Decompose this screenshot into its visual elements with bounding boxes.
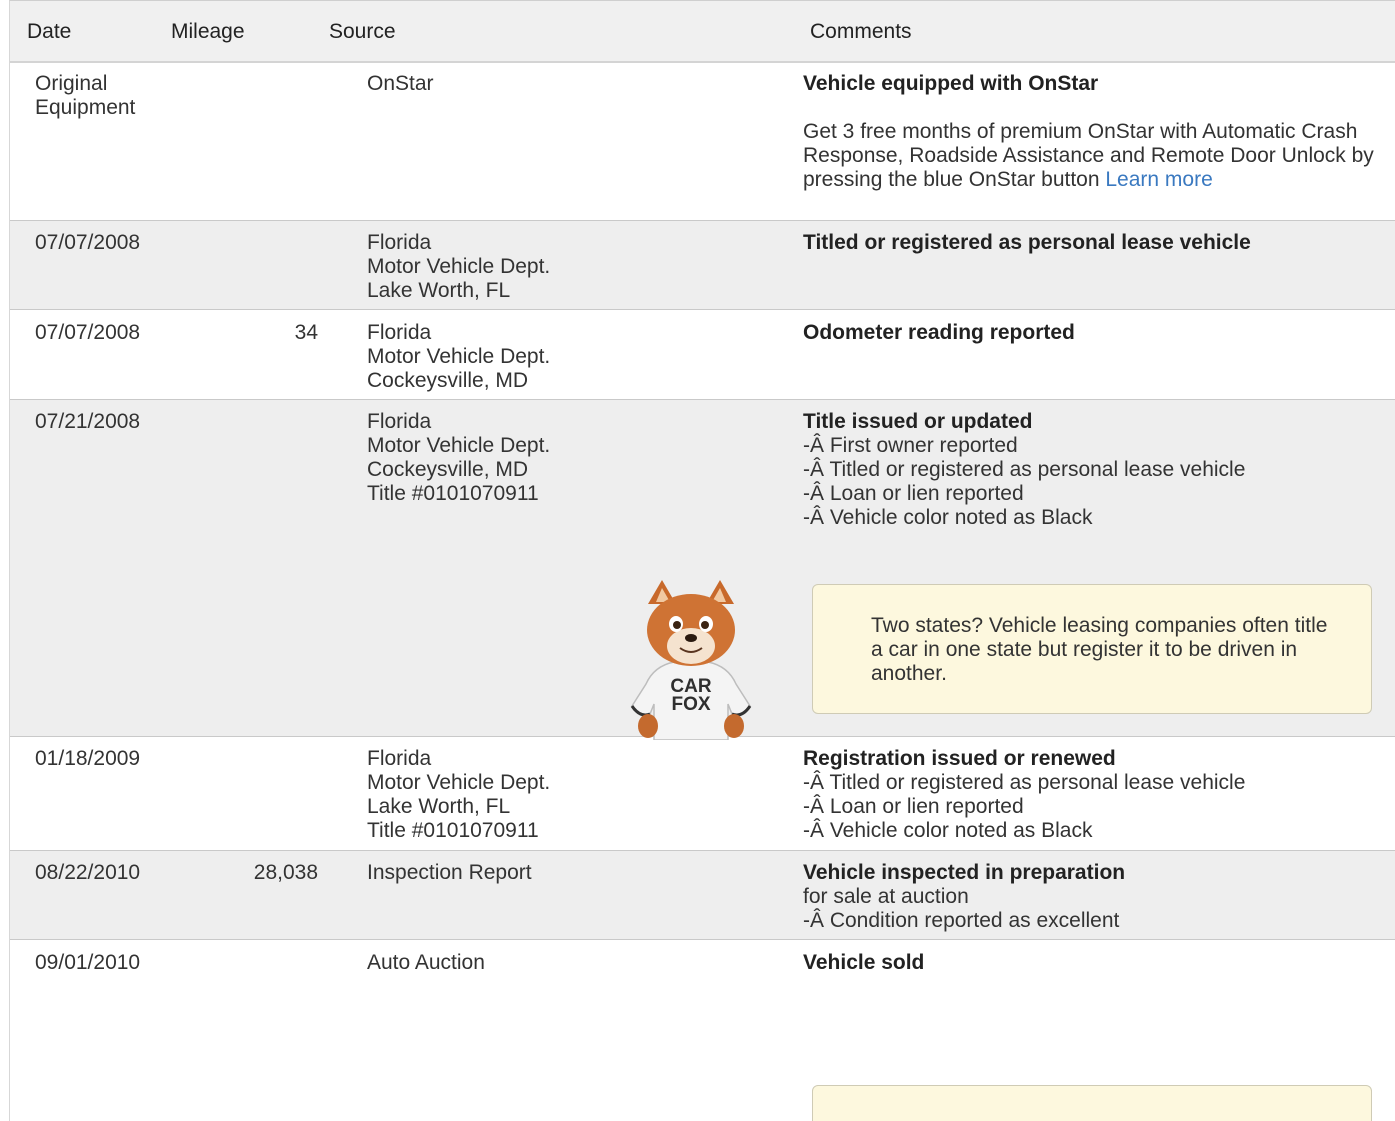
comments-cell: Title issued or updated -Â First owner r… <box>803 410 1383 530</box>
info-tip-text: Two states? Vehicle leasing companies of… <box>871 614 1328 685</box>
comments-cell: Odometer reading reported <box>803 321 1383 345</box>
learn-more-link[interactable]: Learn more <box>1105 168 1212 191</box>
date-cell: 07/21/2008 <box>35 410 141 433</box>
source-line: Florida <box>367 321 432 344</box>
source-line: Lake Worth, FL <box>367 279 511 302</box>
comment-title: Titled or registered as personal lease v… <box>803 231 1251 254</box>
comment-text: Get 3 free months of premium OnStar with… <box>803 120 1374 191</box>
comments-cell: Vehicle inspected in preparation for sal… <box>803 861 1383 933</box>
header-date: Date <box>27 20 72 43</box>
source-line: Inspection Report <box>367 861 532 884</box>
comment-line: -Â Vehicle color noted as Black <box>803 506 1093 529</box>
comment-paragraph: Get 3 free months of premium OnStar with… <box>803 120 1383 192</box>
comment-title: Vehicle equipped with OnStar <box>803 72 1099 95</box>
header-source: Source <box>329 20 396 43</box>
comment-line: -Â First owner reported <box>803 434 1018 457</box>
table-row: 07/21/2008 Florida Motor Vehicle Dept. C… <box>10 400 1395 740</box>
header-comments: Comments <box>810 20 912 43</box>
comments-cell: Vehicle sold <box>803 951 1383 975</box>
info-tip-box: Two states? Vehicle leasing companies of… <box>812 584 1372 714</box>
comment-line: -Â Loan or lien reported <box>803 482 1024 505</box>
table-row: 09/01/2010 Auto Auction Vehicle sold <box>10 941 1395 1121</box>
source-cell: OnStar <box>367 72 787 96</box>
table-row: 07/07/2008 Florida Motor Vehicle Dept. L… <box>10 221 1395 310</box>
source-cell: Inspection Report <box>367 861 787 885</box>
table-row: 07/07/2008 34 Florida Motor Vehicle Dept… <box>10 311 1395 400</box>
table-row: 01/18/2009 Florida Motor Vehicle Dept. L… <box>10 737 1395 851</box>
source-line: Florida <box>367 410 432 433</box>
source-cell: Florida Motor Vehicle Dept. Lake Worth, … <box>367 747 787 843</box>
comment-title: Odometer reading reported <box>803 321 1075 344</box>
mascot-shirt-text: FOX <box>671 694 710 715</box>
source-line: OnStar <box>367 72 434 95</box>
source-cell: Auto Auction <box>367 951 787 975</box>
date-line: Equipment <box>35 96 136 119</box>
comment-title: Title issued or updated <box>803 410 1033 433</box>
comments-cell: Titled or registered as personal lease v… <box>803 231 1383 255</box>
date-cell: Original Equipment <box>35 72 175 120</box>
date-cell: 08/22/2010 <box>35 861 141 884</box>
date-cell: 07/07/2008 <box>35 231 141 254</box>
source-line: Florida <box>367 747 432 770</box>
source-line: Cockeysville, MD <box>367 369 529 392</box>
source-line: Title #0101070911 <box>367 482 539 505</box>
date-line: Original <box>35 72 108 95</box>
source-line: Title #0101070911 <box>367 819 539 842</box>
comment-title: Vehicle sold <box>803 951 925 974</box>
source-cell: Florida Motor Vehicle Dept. Cockeysville… <box>367 321 787 393</box>
comments-cell: Vehicle equipped with OnStar Get 3 free … <box>803 72 1383 192</box>
source-line: Motor Vehicle Dept. <box>367 771 551 794</box>
comment-line: -Â Titled or registered as personal leas… <box>803 771 1246 794</box>
vehicle-history-table: Date Mileage Source Comments Original Eq… <box>9 0 1395 1121</box>
table-row: 08/22/2010 28,038 Inspection Report Vehi… <box>10 851 1395 940</box>
source-line: Auto Auction <box>367 951 485 974</box>
source-cell: Florida Motor Vehicle Dept. Cockeysville… <box>367 410 787 506</box>
info-tip-box <box>812 1085 1372 1121</box>
comment-line: -Â Vehicle color noted as Black <box>803 819 1093 842</box>
comment-title: Registration issued or renewed <box>803 747 1116 770</box>
source-line: Motor Vehicle Dept. <box>367 345 551 368</box>
table-header: Date Mileage Source Comments <box>10 1 1395 63</box>
source-line: Motor Vehicle Dept. <box>367 434 551 457</box>
carfox-mascot-image: CAR FOX <box>630 580 752 740</box>
comment-line: -Â Titled or registered as personal leas… <box>803 458 1246 481</box>
table-row: Original Equipment OnStar Vehicle equipp… <box>10 62 1395 221</box>
source-line: Motor Vehicle Dept. <box>367 255 551 278</box>
source-line: Lake Worth, FL <box>367 795 511 818</box>
date-cell: 01/18/2009 <box>35 747 141 770</box>
comment-line: -Â Loan or lien reported <box>803 795 1024 818</box>
header-mileage: Mileage <box>171 20 245 43</box>
comments-cell: Registration issued or renewed -Â Titled… <box>803 747 1383 843</box>
mileage-cell: 28,038 <box>253 861 318 884</box>
source-cell: Florida Motor Vehicle Dept. Lake Worth, … <box>367 231 787 303</box>
date-cell: 09/01/2010 <box>35 951 141 974</box>
source-line: Florida <box>367 231 432 254</box>
comment-line: for sale at auction <box>803 885 969 908</box>
comment-title: Vehicle inspected in preparation <box>803 861 1126 884</box>
mileage-cell: 34 <box>294 321 318 344</box>
date-cell: 07/07/2008 <box>35 321 141 344</box>
comment-line: -Â Condition reported as excellent <box>803 909 1120 932</box>
source-line: Cockeysville, MD <box>367 458 529 481</box>
